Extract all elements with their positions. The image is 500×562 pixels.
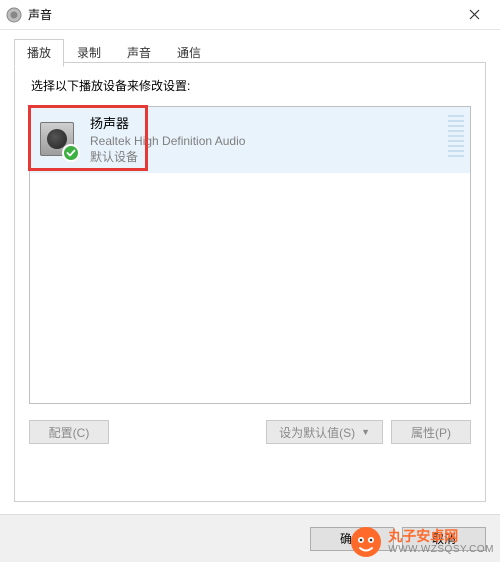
panel-button-row: 配置(C) 设为默认值(S) ▼ 属性(P)	[29, 420, 471, 444]
tab-strip: 播放 录制 声音 通信	[0, 30, 500, 66]
tab-label: 录制	[77, 46, 101, 60]
button-label: 配置(C)	[49, 424, 90, 441]
button-label: 属性(P)	[411, 424, 451, 441]
device-list[interactable]: 扬声器 Realtek High Definition Audio 默认设备	[29, 106, 471, 404]
dropdown-arrow-icon: ▼	[361, 427, 370, 437]
device-driver: Realtek High Definition Audio	[90, 133, 245, 149]
tab-label: 播放	[27, 46, 51, 60]
sound-window-icon	[6, 7, 22, 23]
tab-panel-playback: 选择以下播放设备来修改设置: 扬声器 Realtek High Definiti…	[14, 62, 486, 502]
tab-label: 通信	[177, 46, 201, 60]
device-status: 默认设备	[90, 149, 245, 165]
button-label: 取消	[432, 530, 456, 547]
tab-label: 声音	[127, 46, 151, 60]
cancel-button[interactable]: 取消	[402, 527, 486, 551]
configure-button[interactable]: 配置(C)	[29, 420, 109, 444]
device-text: 扬声器 Realtek High Definition Audio 默认设备	[90, 115, 245, 165]
device-icon-wrap	[40, 122, 76, 158]
dialog-body: 播放 录制 声音 通信 选择以下播放设备来修改设置: 扬声器 Realtek H…	[0, 30, 500, 562]
default-check-icon	[62, 144, 80, 162]
device-row[interactable]: 扬声器 Realtek High Definition Audio 默认设备	[30, 107, 470, 173]
button-label: 确定	[340, 530, 364, 547]
properties-button[interactable]: 属性(P)	[391, 420, 471, 444]
level-meter-icon	[448, 115, 464, 157]
close-button[interactable]	[454, 1, 494, 29]
ok-button[interactable]: 确定	[310, 527, 394, 551]
instruction-text: 选择以下播放设备来修改设置:	[31, 77, 471, 94]
device-name: 扬声器	[90, 115, 245, 133]
window-title: 声音	[28, 6, 454, 23]
panel-button-right-group: 设为默认值(S) ▼ 属性(P)	[266, 420, 471, 444]
button-label: 设为默认值(S)	[279, 424, 355, 441]
set-default-button[interactable]: 设为默认值(S) ▼	[266, 420, 383, 444]
tab-playback[interactable]: 播放	[14, 39, 64, 67]
dialog-footer: 确定 取消	[0, 514, 500, 562]
titlebar: 声音	[0, 0, 500, 30]
